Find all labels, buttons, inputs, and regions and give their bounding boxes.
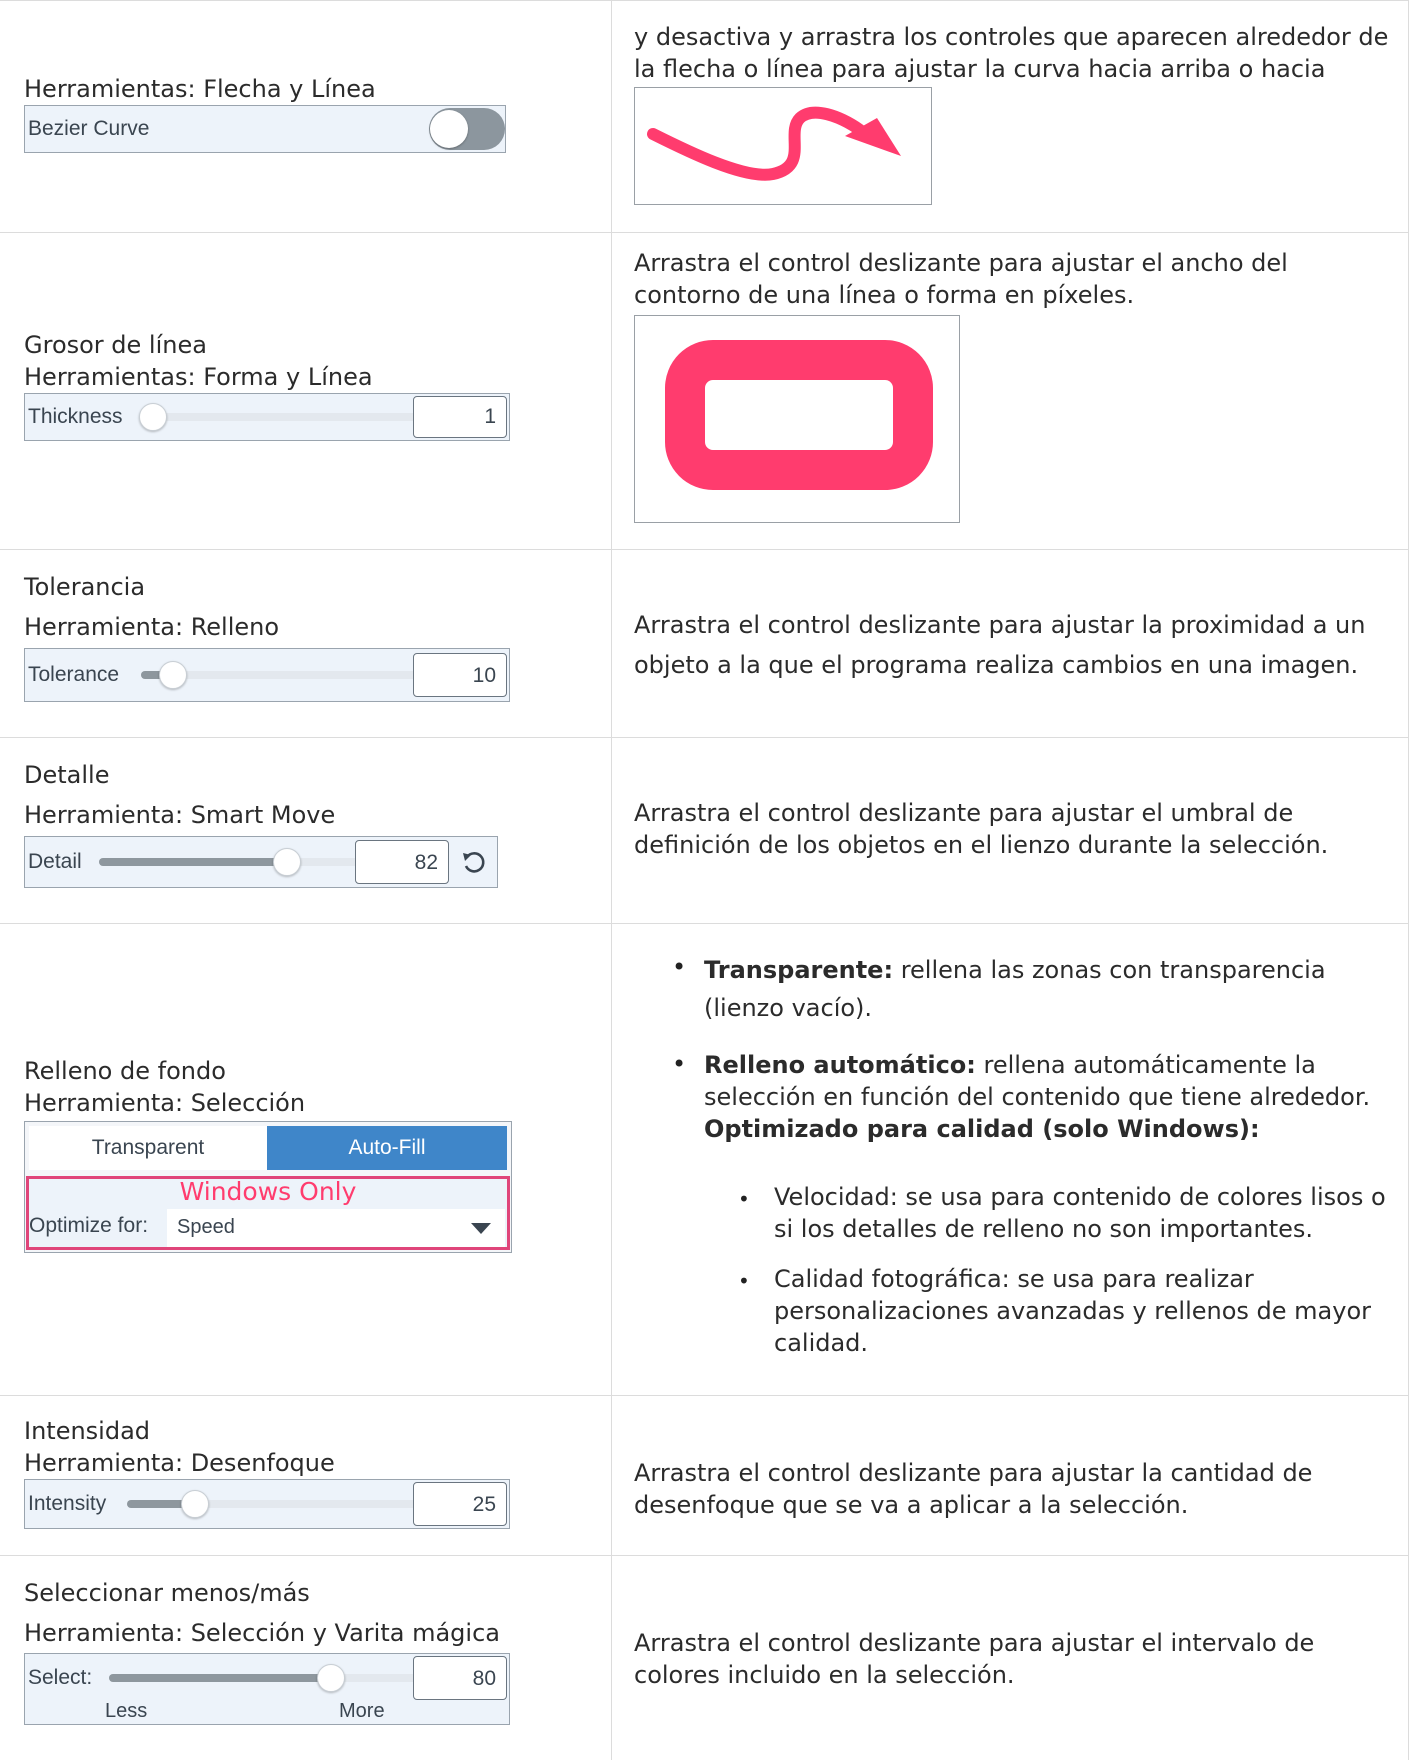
detail-label: Detail	[28, 850, 82, 873]
optimize-for-dropdown[interactable]: Speed	[167, 1209, 505, 1247]
row-description: Arrastra el control deslizante para ajus…	[634, 249, 1288, 309]
row-description: Arrastra el control deslizante para ajus…	[634, 799, 1329, 859]
tolerance-input[interactable]: 10	[413, 653, 507, 697]
detail-slider-thumb[interactable]	[273, 848, 301, 876]
row-description: Arrastra el control deslizante para ajus…	[634, 611, 1366, 679]
optimize-for-value: Speed	[177, 1216, 235, 1238]
curved-arrow-icon	[647, 106, 901, 181]
thickness-input[interactable]: 1	[413, 396, 507, 438]
select-label: Select:	[28, 1666, 93, 1689]
row-tools-label: Herramienta: Selección y Varita mágica	[24, 1619, 500, 1647]
detail-input[interactable]: 82	[355, 840, 449, 884]
bezier-curve-example-image	[634, 87, 932, 205]
tolerance-panel: Tolerance 10	[24, 648, 510, 702]
slider-fill	[127, 1500, 187, 1508]
thickness-label: Thickness	[28, 405, 123, 428]
bullet-transparent-text: Transparente: rellena las zonas con tran…	[704, 951, 1394, 1027]
intensity-panel: Intensity 25	[24, 1479, 510, 1529]
intensity-input[interactable]: 25	[413, 1482, 507, 1526]
tolerance-label: Tolerance	[28, 663, 120, 686]
row-title: Detalle	[24, 761, 110, 789]
table-row-tolerance: Tolerancia Herramienta: Relleno Toleranc…	[0, 549, 1409, 738]
slider-fill	[109, 1674, 339, 1682]
row-tools-label: Herramienta: Selección	[24, 1089, 306, 1117]
tab-auto-fill[interactable]: Auto-Fill	[267, 1126, 507, 1170]
intensity-label: Intensity	[28, 1492, 107, 1515]
windows-only-box: Windows Only Optimize for: Speed	[26, 1176, 510, 1250]
row-description: Arrastra el control deslizante para ajus…	[634, 1459, 1313, 1519]
select-slider-track[interactable]	[109, 1674, 423, 1682]
tolerance-slider-thumb[interactable]	[159, 661, 187, 689]
intensity-slider-thumb[interactable]	[181, 1490, 209, 1518]
rectangle-outline-icon	[665, 340, 933, 490]
table-row-background-fill: Relleno de fondo Herramienta: Selección …	[0, 923, 1409, 1396]
row-description: Arrastra el control deslizante para ajus…	[634, 1629, 1315, 1689]
row-title: Intensidad	[24, 1417, 151, 1445]
row-tools-label: Herramientas: Flecha y Línea	[24, 75, 376, 103]
chevron-down-icon	[471, 1223, 491, 1234]
detail-panel: Detail 82	[24, 836, 498, 888]
sub-bullet-speed: •	[738, 1187, 750, 1211]
bullet-transparent: •	[672, 953, 687, 981]
reset-icon[interactable]	[461, 849, 487, 875]
sub-bullet-quality: •	[738, 1269, 750, 1293]
row-title: Tolerancia	[24, 573, 146, 601]
table-row-select: Seleccionar menos/más Herramienta: Selec…	[0, 1555, 1409, 1760]
bezier-curve-label: Bezier Curve	[28, 117, 150, 140]
select-less-label: Less	[105, 1700, 148, 1722]
background-fill-panel: Transparent Auto-Fill Windows Only Optim…	[24, 1121, 512, 1253]
slider-fill	[99, 858, 287, 866]
sub-bullet-speed-text: Velocidad: se usa para contenido de colo…	[774, 1183, 1386, 1243]
bullet-subtitle: Optimizado para calidad (solo Windows):	[704, 1115, 1260, 1143]
select-panel: Select: 80 Less More	[24, 1653, 510, 1725]
row-tools-label: Herramienta: Relleno	[24, 613, 280, 641]
toggle-knob	[430, 110, 468, 148]
optimize-for-label: Optimize for:	[29, 1214, 149, 1237]
row-title: Seleccionar menos/más	[24, 1579, 310, 1607]
tab-transparent[interactable]: Transparent	[29, 1126, 267, 1170]
row-tools-label: Herramienta: Desenfoque	[24, 1449, 335, 1477]
bullet-auto-fill: •	[672, 1050, 687, 1078]
thickness-slider-thumb[interactable]	[139, 403, 167, 431]
table-row-thickness: Grosor de línea Herramientas: Forma y Lí…	[0, 231, 1409, 550]
select-input[interactable]: 80	[413, 1656, 507, 1700]
row-tools-label: Herramientas: Forma y Línea	[24, 363, 373, 391]
select-slider-thumb[interactable]	[317, 1664, 345, 1692]
row-title: Relleno de fondo	[24, 1057, 226, 1085]
table-row-bezier: Herramientas: Flecha y Línea Bezier Curv…	[0, 0, 1409, 233]
thickness-example-image	[634, 315, 960, 523]
intensity-slider-track[interactable]	[127, 1500, 423, 1508]
detail-slider-track[interactable]	[99, 858, 369, 866]
table-row-intensity: Intensidad Herramienta: Desenfoque Inten…	[0, 1395, 1409, 1556]
thickness-slider-track[interactable]	[153, 413, 423, 421]
bullet-title: Transparente:	[704, 956, 894, 984]
bullet-auto-fill-text: Relleno automático: rellena automáticame…	[704, 1049, 1394, 1145]
row-title: Grosor de línea	[24, 331, 207, 359]
bullet-title: Relleno automático:	[704, 1051, 976, 1079]
select-more-label: More	[339, 1700, 385, 1722]
row-tools-label: Herramienta: Smart Move	[24, 801, 336, 829]
bezier-curve-panel: Bezier Curve	[24, 105, 506, 153]
thickness-panel: Thickness 1	[24, 393, 510, 441]
windows-only-note: Windows Only	[179, 1177, 357, 1206]
sub-bullet-quality-text: Calidad fotográfica: se usa para realiza…	[774, 1265, 1372, 1357]
table-row-detail: Detalle Herramienta: Smart Move Detail 8…	[0, 737, 1409, 924]
bezier-curve-toggle[interactable]	[429, 108, 505, 150]
